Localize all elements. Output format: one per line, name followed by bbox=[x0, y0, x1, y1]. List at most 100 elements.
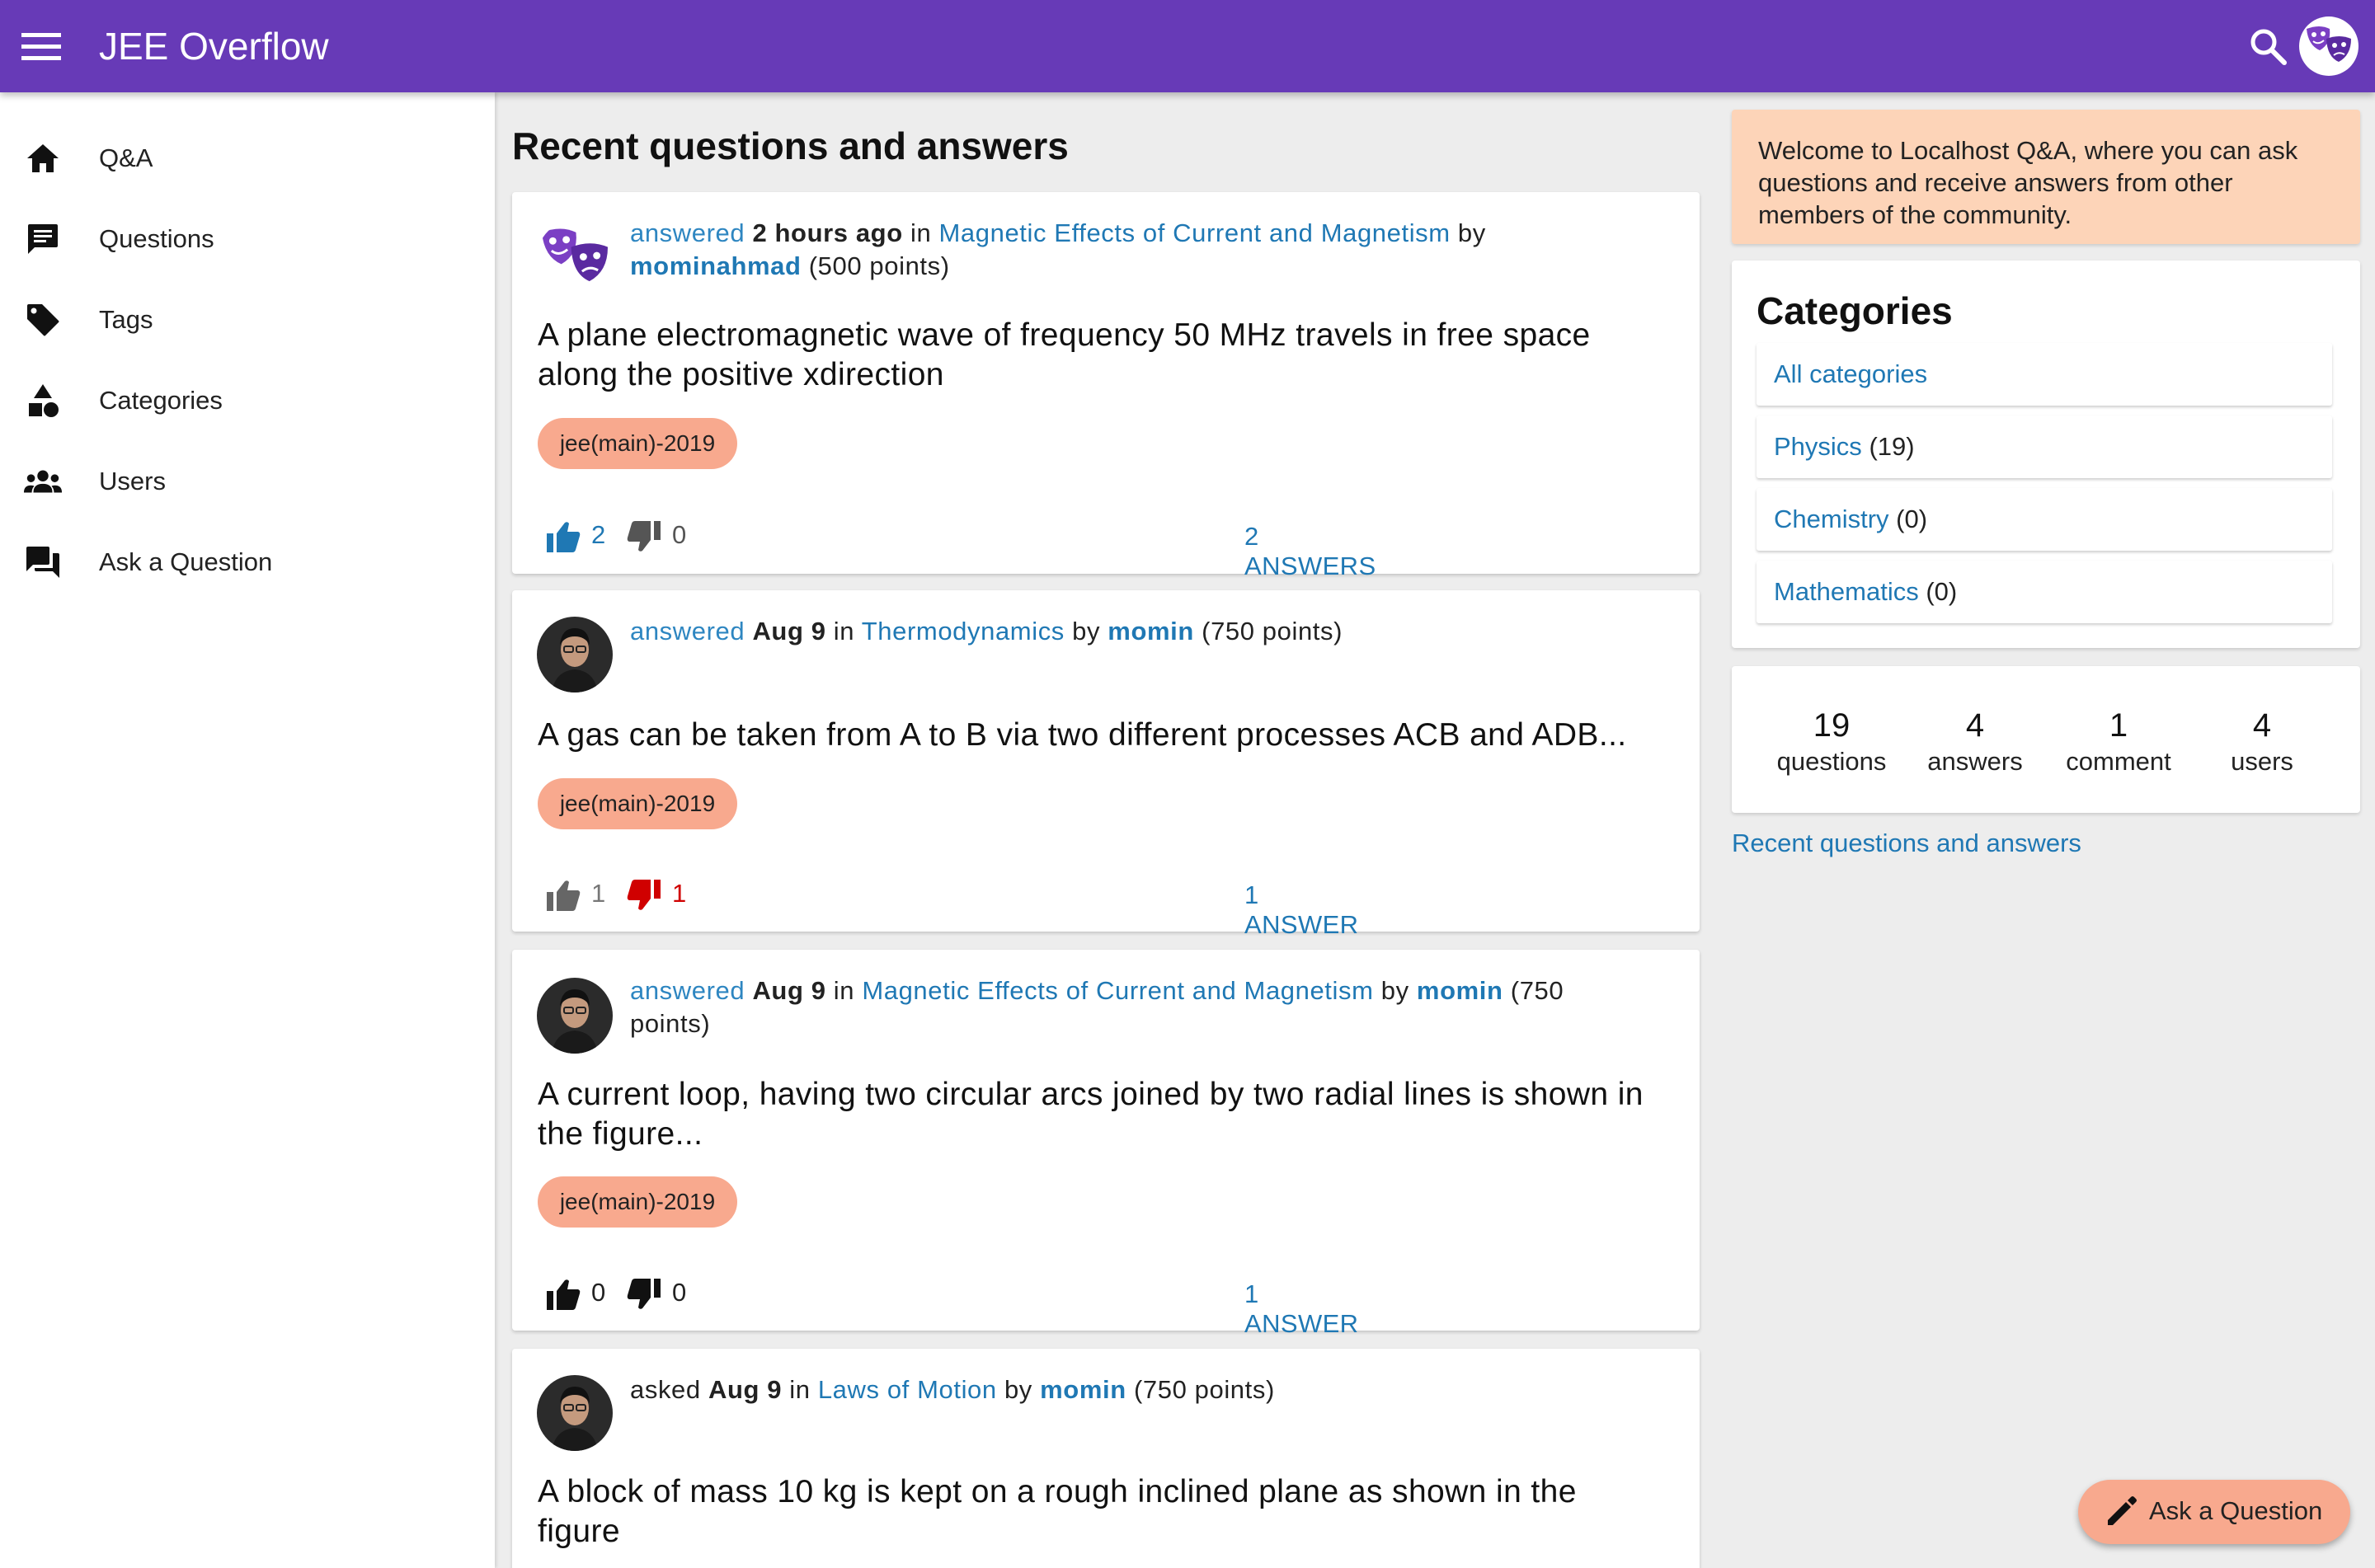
answers-link[interactable]: 2 ANSWERS bbox=[1244, 522, 1376, 581]
category-name: All categories bbox=[1774, 359, 1928, 388]
user-link[interactable]: momin bbox=[1417, 976, 1503, 1005]
category-item-chemistry[interactable]: Chemistry (0) bbox=[1757, 488, 2332, 551]
theater-masks-icon[interactable] bbox=[2299, 16, 2359, 76]
user-points: (750 points) bbox=[1202, 617, 1343, 646]
category-link[interactable]: Magnetic Effects of Current and Magnetis… bbox=[939, 218, 1451, 247]
user-points: (750 points) bbox=[1133, 1375, 1275, 1404]
question-card: asked Aug 9 in Laws of Motion by momin (… bbox=[512, 1349, 1700, 1568]
ask-question-button[interactable]: Ask a Question bbox=[2078, 1480, 2350, 1544]
question-meta: answered Aug 9 in Thermodynamics by momi… bbox=[630, 615, 1617, 648]
user-link[interactable]: mominahmad bbox=[630, 251, 802, 280]
user-points: (500 points) bbox=[808, 251, 950, 280]
thumb-up-icon[interactable] bbox=[545, 519, 581, 555]
user-avatar-photo[interactable] bbox=[537, 978, 613, 1054]
search-icon[interactable] bbox=[2241, 20, 2294, 73]
question-title[interactable]: A current loop, having two circular arcs… bbox=[538, 1075, 1667, 1154]
downvote-count: 1 bbox=[672, 879, 687, 908]
category-item-all[interactable]: All categories bbox=[1757, 343, 2332, 406]
category-link[interactable]: Magnetic Effects of Current and Magnetis… bbox=[862, 976, 1373, 1005]
in-text: in bbox=[833, 976, 855, 1005]
user-avatar-photo[interactable] bbox=[537, 1375, 613, 1451]
stat-label: comment bbox=[2066, 747, 2171, 776]
sidebar-item-ask-question[interactable]: Ask a Question bbox=[0, 525, 495, 599]
question-meta: answered 2 hours ago in Magnetic Effects… bbox=[630, 217, 1617, 283]
tag-chip[interactable]: jee(main)-2019 bbox=[538, 418, 737, 469]
downvote-count: 0 bbox=[672, 1278, 687, 1307]
user-link[interactable]: momin bbox=[1108, 617, 1194, 646]
upvote-count: 2 bbox=[591, 520, 606, 549]
upvote-count: 0 bbox=[591, 1278, 606, 1307]
timestamp: 2 hours ago bbox=[752, 218, 903, 247]
answers-link[interactable]: 1 ANSWER bbox=[1244, 1279, 1358, 1339]
forum-icon bbox=[23, 542, 63, 582]
action-link[interactable]: answered bbox=[630, 976, 745, 1005]
vote-row: 2 0 2 ANSWERS bbox=[545, 515, 1376, 580]
thumb-up-icon[interactable] bbox=[545, 1276, 581, 1312]
question-title[interactable]: A plane electromagnetic wave of frequenc… bbox=[538, 316, 1667, 395]
category-count: (0) bbox=[1896, 505, 1928, 533]
app-title[interactable]: JEE Overflow bbox=[99, 21, 329, 71]
stat-number: 4 bbox=[1965, 707, 1985, 744]
sidebar-item-questions[interactable]: Questions bbox=[0, 202, 495, 276]
category-name: Physics bbox=[1774, 432, 1862, 461]
stat-number: 1 bbox=[2109, 707, 2128, 744]
sidebar-item-label: Tags bbox=[99, 305, 153, 334]
tag-chip[interactable]: jee(main)-2019 bbox=[538, 1176, 737, 1228]
action-link[interactable]: answered bbox=[630, 617, 745, 646]
site-stats: 19 questions 4 answers 1 comment 4 users bbox=[1732, 666, 2360, 813]
sidebar-item-categories[interactable]: Categories bbox=[0, 364, 495, 438]
tag-chip[interactable]: jee(main)-2019 bbox=[538, 778, 737, 829]
recent-questions-link[interactable]: Recent questions and answers bbox=[1732, 829, 2081, 858]
category-item-mathematics[interactable]: Mathematics (0) bbox=[1757, 561, 2332, 623]
category-name: Mathematics bbox=[1774, 577, 1919, 606]
upvote-count: 1 bbox=[591, 879, 606, 908]
stat-questions: 19 questions bbox=[1753, 707, 1910, 780]
category-link[interactable]: Laws of Motion bbox=[818, 1375, 997, 1404]
thumb-down-icon[interactable] bbox=[626, 877, 662, 913]
sidebar-item-label: Users bbox=[99, 467, 166, 495]
downvote-count: 0 bbox=[672, 520, 687, 549]
thumb-up-icon[interactable] bbox=[545, 877, 581, 913]
thumb-down-icon[interactable] bbox=[626, 519, 662, 555]
question-card: answered 2 hours ago in Magnetic Effects… bbox=[512, 192, 1700, 580]
category-name: Chemistry bbox=[1774, 505, 1889, 533]
menu-icon[interactable] bbox=[16, 21, 66, 71]
stat-number: 19 bbox=[1813, 707, 1851, 744]
stat-comments: 1 comment bbox=[2040, 707, 2197, 780]
vote-row: 0 0 1 ANSWER bbox=[545, 1273, 1358, 1338]
stat-label: questions bbox=[1776, 747, 1887, 776]
user-link[interactable]: momin bbox=[1040, 1375, 1126, 1404]
pencil-icon bbox=[2103, 1494, 2139, 1530]
vote-row: 1 1 1 ANSWER bbox=[545, 874, 1358, 939]
question-meta: asked Aug 9 in Laws of Motion by momin (… bbox=[630, 1373, 1617, 1406]
sidebar-item-qa[interactable]: Q&A bbox=[0, 121, 495, 195]
app-bar: JEE Overflow bbox=[0, 0, 2375, 92]
sidebar-item-label: Ask a Question bbox=[99, 547, 273, 576]
user-avatar-photo[interactable] bbox=[537, 617, 613, 692]
stat-users: 4 users bbox=[2184, 707, 2340, 780]
category-count: (0) bbox=[1926, 577, 1958, 606]
question-title[interactable]: A gas can be taken from A to B via two d… bbox=[538, 716, 1667, 755]
category-link[interactable]: Thermodynamics bbox=[862, 617, 1065, 646]
theater-masks-icon[interactable] bbox=[537, 220, 613, 296]
by-text: by bbox=[1380, 976, 1409, 1005]
welcome-notice: Welcome to Localhost Q&A, where you can … bbox=[1732, 110, 2360, 244]
categories-title: Categories bbox=[1757, 289, 1953, 332]
sidebar-item-label: Categories bbox=[99, 386, 223, 415]
by-text: by bbox=[1004, 1375, 1032, 1404]
sidebar-item-label: Q&A bbox=[99, 143, 153, 172]
thumb-down-icon[interactable] bbox=[626, 1276, 662, 1312]
category-item-physics[interactable]: Physics (19) bbox=[1757, 415, 2332, 478]
action-link[interactable]: answered bbox=[630, 218, 745, 247]
question-title[interactable]: A block of mass 10 kg is kept on a rough… bbox=[538, 1472, 1667, 1552]
stat-number: 4 bbox=[2252, 707, 2272, 744]
sidebar-item-users[interactable]: Users bbox=[0, 444, 495, 519]
shapes-icon bbox=[23, 381, 63, 420]
sidebar-item-tags[interactable]: Tags bbox=[0, 283, 495, 357]
home-icon bbox=[23, 138, 63, 178]
answers-link[interactable]: 1 ANSWER bbox=[1244, 880, 1358, 940]
question-meta: answered Aug 9 in Magnetic Effects of Cu… bbox=[630, 974, 1617, 1040]
timestamp: Aug 9 bbox=[752, 617, 826, 646]
by-text: by bbox=[1457, 218, 1486, 247]
stat-label: users bbox=[2231, 747, 2293, 776]
